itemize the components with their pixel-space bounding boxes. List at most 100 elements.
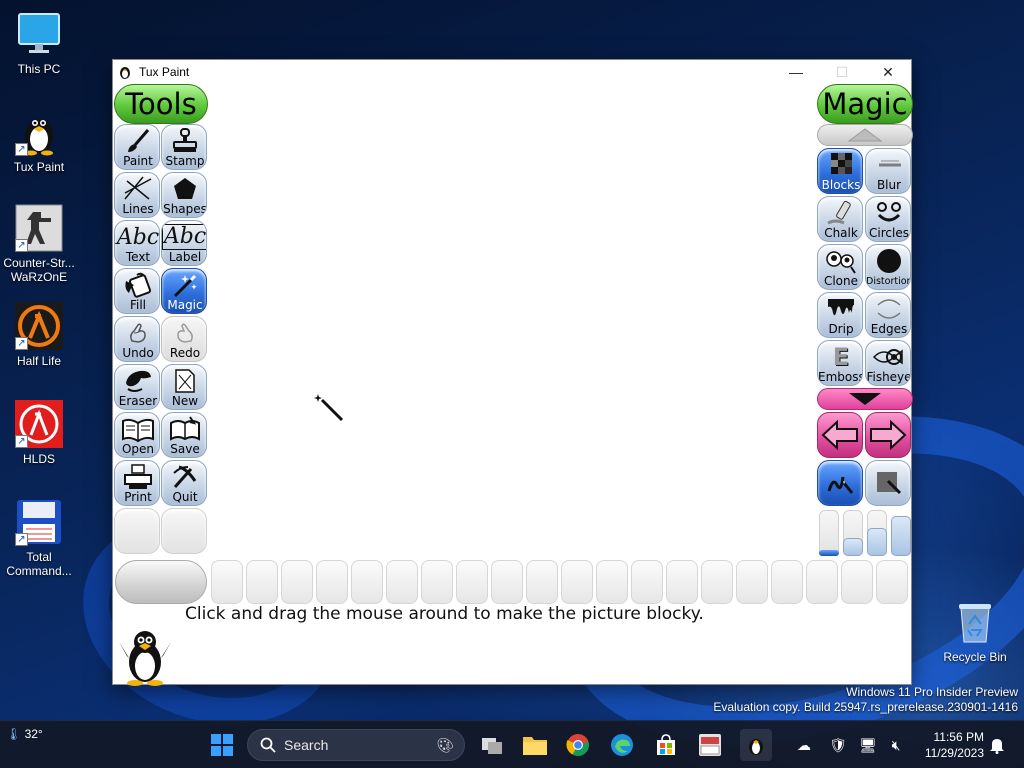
- empty-tool-slot: [114, 508, 160, 554]
- magic-blur-button[interactable]: Blur: [865, 148, 911, 194]
- tool-shapes-button[interactable]: Shapes: [161, 172, 207, 218]
- store-icon: [657, 734, 675, 755]
- system-clock[interactable]: 11:56 PM 11/29/2023: [912, 729, 984, 761]
- monitor-icon: [15, 10, 63, 58]
- desktop-icon-half-life[interactable]: ↗ Half Life: [0, 302, 78, 368]
- magic-scroll-down-button[interactable]: [817, 388, 913, 410]
- chrome-button[interactable]: [564, 731, 592, 759]
- magic-label: Blur: [876, 178, 902, 192]
- color-swatch[interactable]: [666, 560, 698, 604]
- arrow-left-icon: [821, 420, 858, 450]
- defender-icon[interactable]: 🛡︎: [826, 731, 850, 759]
- shortcut-arrow-icon: ↗: [15, 533, 28, 546]
- magic-edges-button[interactable]: Edges: [865, 292, 911, 338]
- desktop-icon-counter-strike[interactable]: ↗ Counter-Str... WaRzOnE: [0, 204, 78, 284]
- tool-redo-button[interactable]: Redo: [161, 316, 207, 362]
- magic-emboss-button[interactable]: E Emboss: [817, 340, 863, 386]
- network-off-icon[interactable]: ☁︎: [792, 731, 816, 759]
- start-button[interactable]: [208, 731, 236, 759]
- tool-magic-button[interactable]: Magic: [161, 268, 207, 314]
- desktop-icon-label: Half Life: [16, 354, 62, 368]
- drawing-canvas[interactable]: [209, 84, 817, 556]
- current-color-button[interactable]: [115, 560, 207, 604]
- desktop-icon-tux-paint[interactable]: ↗ Tux Paint: [0, 108, 78, 174]
- color-swatch[interactable]: [841, 560, 873, 604]
- magic-blocks-button[interactable]: Blocks: [817, 148, 863, 194]
- display-icon[interactable]: 🖥︎: [856, 731, 880, 759]
- hlds-icon: ↗: [15, 400, 63, 448]
- color-swatch[interactable]: [771, 560, 803, 604]
- color-swatch[interactable]: [246, 560, 278, 604]
- title-bar[interactable]: Tux Paint — ☐ ✕: [113, 60, 911, 84]
- magic-mode-fullscreen-button[interactable]: [865, 460, 911, 506]
- desktop-icon-recycle-bin[interactable]: Recycle Bin: [936, 598, 1014, 664]
- eraser-icon: [115, 367, 159, 395]
- magic-mode-paint-button[interactable]: [817, 460, 863, 506]
- color-swatch[interactable]: [631, 560, 663, 604]
- tool-label-button[interactable]: Abc Label: [161, 220, 207, 266]
- magic-scroll-up-button[interactable]: [817, 124, 913, 146]
- color-swatch[interactable]: [596, 560, 628, 604]
- tool-save-button[interactable]: Save: [161, 412, 207, 458]
- tux-paint-taskbar-button[interactable]: [740, 729, 772, 761]
- tool-stamp-button[interactable]: Stamp: [161, 124, 207, 170]
- color-swatch[interactable]: [701, 560, 733, 604]
- magic-clone-button[interactable]: Clone: [817, 244, 863, 290]
- color-swatch[interactable]: [316, 560, 348, 604]
- tool-print-button[interactable]: Print: [114, 460, 160, 506]
- color-swatch[interactable]: [876, 560, 908, 604]
- task-view-button[interactable]: [478, 731, 506, 759]
- magic-label: Drip: [828, 322, 854, 336]
- minimize-button[interactable]: —: [773, 60, 819, 84]
- color-swatch[interactable]: [491, 560, 523, 604]
- color-swatch[interactable]: [386, 560, 418, 604]
- tool-lines-button[interactable]: Lines: [114, 172, 160, 218]
- taskbar-search[interactable]: Search 🎨︎: [247, 729, 465, 761]
- desktop-icon-total-commander[interactable]: ↗ Total Command...: [0, 498, 78, 578]
- recycle-bin-icon: [951, 598, 999, 646]
- magic-drip-button[interactable]: Drip: [817, 292, 863, 338]
- desktop-icon-hlds[interactable]: ↗ HLDS: [0, 400, 78, 466]
- maximize-button[interactable]: ☐: [819, 60, 865, 84]
- tool-text-button[interactable]: Abc Text: [114, 220, 160, 266]
- tool-open-button[interactable]: Open: [114, 412, 160, 458]
- color-swatch[interactable]: [421, 560, 453, 604]
- store-button[interactable]: [652, 731, 680, 759]
- color-swatch[interactable]: [351, 560, 383, 604]
- desktop-icon-label: Recycle Bin: [943, 650, 1007, 664]
- tool-label: Magic: [167, 298, 203, 312]
- weather-widget[interactable]: 🌡︎ 32°: [6, 727, 43, 741]
- color-swatch[interactable]: [806, 560, 838, 604]
- triangle-up-icon: [847, 128, 883, 142]
- notification-bell-icon[interactable]: [986, 731, 1008, 759]
- tool-fill-button[interactable]: Fill: [114, 268, 160, 314]
- next-page-button[interactable]: [865, 412, 911, 458]
- size-selector[interactable]: [817, 508, 913, 556]
- color-swatch[interactable]: [736, 560, 768, 604]
- color-swatch[interactable]: [281, 560, 313, 604]
- color-swatch[interactable]: [211, 560, 243, 604]
- tool-eraser-button[interactable]: Eraser: [114, 364, 160, 410]
- color-swatch[interactable]: [456, 560, 488, 604]
- total-commander-button[interactable]: [696, 731, 724, 759]
- tool-paint-button[interactable]: Paint: [114, 124, 160, 170]
- color-swatch[interactable]: [561, 560, 593, 604]
- tool-new-button[interactable]: New: [161, 364, 207, 410]
- magic-chalk-button[interactable]: Chalk: [817, 196, 863, 242]
- close-button[interactable]: ✕: [865, 60, 911, 84]
- volume-muted-icon[interactable]: 🔇︎: [884, 731, 908, 759]
- color-swatch[interactable]: [526, 560, 558, 604]
- tux-paint-app-icon: [117, 64, 133, 80]
- desktop-icon-this-pc[interactable]: This PC: [0, 10, 78, 76]
- magic-label: Circles: [869, 226, 909, 240]
- tool-quit-button[interactable]: Quit: [161, 460, 207, 506]
- file-explorer-button[interactable]: [521, 731, 549, 759]
- magic-circles-button[interactable]: Circles: [865, 196, 911, 242]
- brush-icon: [115, 127, 159, 155]
- clone-icon: [818, 247, 862, 275]
- magic-fisheye-button[interactable]: Fisheye: [865, 340, 911, 386]
- tool-undo-button[interactable]: Undo: [114, 316, 160, 362]
- magic-distortion-button[interactable]: Distortion: [865, 244, 911, 290]
- previous-page-button[interactable]: [817, 412, 863, 458]
- edge-button[interactable]: [608, 731, 636, 759]
